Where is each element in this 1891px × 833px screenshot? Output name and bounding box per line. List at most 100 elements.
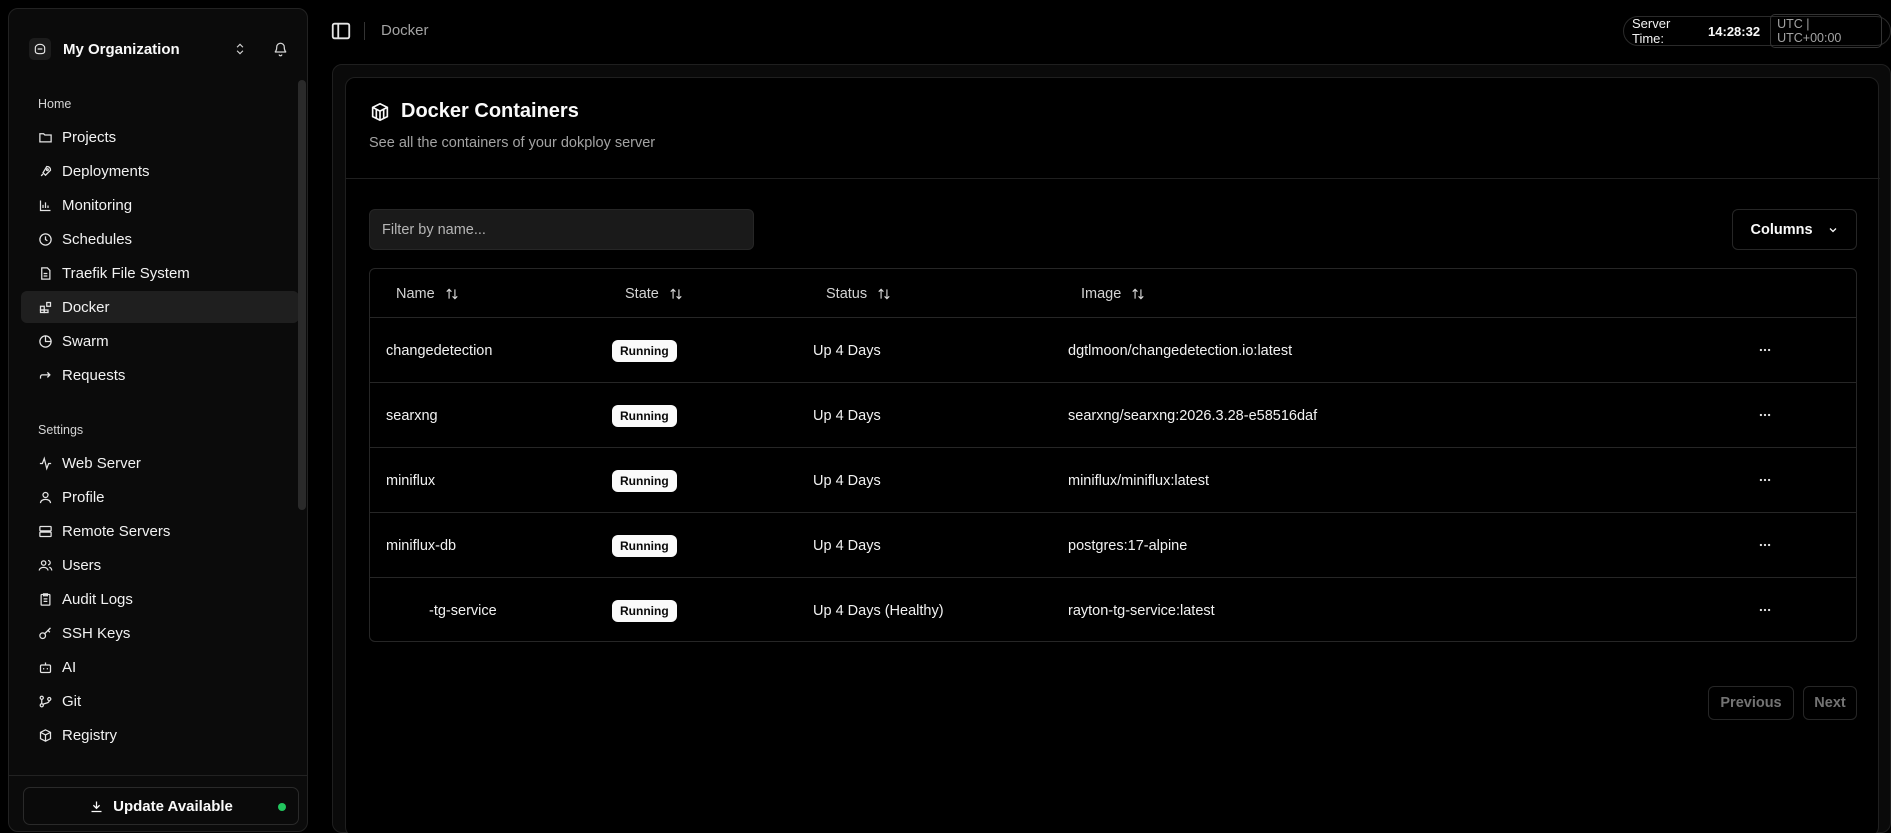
table-header: Name State Status Image [370,269,1856,318]
columns-label: Columns [1750,221,1813,238]
sidebar-item-label: Web Server [62,454,141,472]
sidebar-toggle-icon[interactable] [330,20,352,42]
cell-state: Running [612,318,677,383]
sidebar-item-label: Swarm [62,332,109,350]
cell-status: Up 4 Days [813,407,881,424]
sidebar-item-label: Users [62,556,102,574]
status-badge: Running [612,404,677,427]
sidebar-item-remote-servers[interactable]: Remote Servers [21,515,299,547]
sidebar-item-projects[interactable]: Projects [21,121,299,153]
cell-state: Running [612,448,677,513]
sort-icon [878,288,890,299]
org-switcher[interactable]: My Organization [29,27,291,71]
table-row[interactable]: miniflux-db Running Up 4 Days postgres:1… [370,513,1856,578]
cell-state: Running [612,383,677,448]
row-actions-icon[interactable] [1755,600,1775,620]
sidebar-item-git[interactable]: Git [21,685,299,717]
sort-icon [446,288,458,299]
blocks-icon [39,301,52,313]
cell-name: miniflux-db [386,537,457,554]
nav-section-home: Home [38,97,72,111]
sidebar-item-requests[interactable]: Requests [21,359,299,391]
package-icon [39,728,52,742]
sidebar-item-label: Profile [62,488,105,506]
chevrons-up-down-icon[interactable] [229,38,251,60]
sidebar-item-web-server[interactable]: Web Server [21,447,299,479]
sidebar-item-docker[interactable]: Docker [21,291,299,323]
key-icon [39,626,51,639]
header-state-label: State [625,285,659,302]
row-actions-icon[interactable] [1755,470,1775,490]
sidebar-item-users[interactable]: Users [21,549,299,581]
sidebar-item-registry[interactable]: Registry [21,719,299,751]
nav-section-settings: Settings [38,423,84,437]
columns-button[interactable]: Columns [1732,209,1857,250]
table-row[interactable]: searxng Running Up 4 Days searxng/searxn… [370,383,1856,448]
filter-input[interactable] [369,209,754,250]
sidebar-item-schedules[interactable]: Schedules [21,223,299,255]
cell-name: searxng [386,407,438,424]
sidebar-item-ai[interactable]: AI [21,651,299,683]
cell-image: searxng/searxng:2026.3.28-e58516daf [1068,407,1318,424]
sidebar-item-label: Registry [62,726,118,744]
update-available-button[interactable]: Update Available [23,787,299,825]
cell-image: rayton-tg-service:latest [1068,602,1215,619]
bell-icon[interactable] [269,38,291,60]
sidebar-item-profile[interactable]: Profile [21,481,299,513]
sort-icon [670,288,682,299]
sidebar-scrollbar[interactable] [298,80,306,510]
sidebar-item-swarm[interactable]: Swarm [21,325,299,357]
chevron-down-icon [1829,227,1836,232]
sidebar-item-label: Git [62,692,82,710]
row-actions-icon[interactable] [1755,535,1775,555]
sort-icon [1132,288,1144,299]
sidebar-item-label: Requests [62,366,126,384]
row-actions-icon[interactable] [1755,405,1775,425]
header-status-label: Status [826,285,868,302]
header-state[interactable]: State [625,269,683,318]
file-icon [41,266,51,280]
timezone-badge: UTC | UTC+00:00 [1770,14,1882,48]
sidebar: My Organization Home Projects Deployment… [8,8,308,832]
sidebar-item-audit-logs[interactable]: Audit Logs [21,583,299,615]
users-icon [38,559,53,571]
sidebar-item-ssh-keys[interactable]: SSH Keys [21,617,299,649]
table-row[interactable]: changedetection Running Up 4 Days dgtlmo… [370,318,1856,383]
card-divider [346,178,1880,179]
server-time-label: Server Time: [1632,16,1671,46]
bot-icon [39,662,52,673]
cell-image: postgres:17-alpine [1068,537,1188,554]
next-button[interactable]: Next [1803,686,1857,720]
sidebar-divider [9,775,307,776]
pie-icon [39,334,52,348]
sidebar-item-traefik[interactable]: Traefik File System [21,257,299,289]
header-status[interactable]: Status [826,269,891,318]
status-badge: Running [612,469,677,492]
cell-status: Up 4 Days [813,342,881,359]
sidebar-item-label: Remote Servers [62,522,171,540]
clipboard-icon [40,592,51,606]
status-badge: Running [612,339,677,362]
header-image[interactable]: Image [1081,269,1145,318]
sidebar-item-label: Schedules [62,230,133,248]
server-icon [39,525,52,537]
sidebar-item-monitoring[interactable]: Monitoring [21,189,299,221]
breadcrumb[interactable]: Docker [381,22,429,39]
cell-image: dgtlmoon/changedetection.io:latest [1068,342,1293,359]
status-badge: Running [612,599,677,622]
server-time: Server Time: 14:28:32 UTC | UTC+00:00 [1623,14,1891,48]
header-name-label: Name [396,285,435,302]
table-row[interactable]: miniflux Running Up 4 Days miniflux/mini… [370,448,1856,513]
page-subtitle: See all the containers of your dokploy s… [369,135,656,151]
row-actions-icon[interactable] [1755,340,1775,360]
docker-card: Docker Containers See all the containers… [345,77,1880,833]
header-name[interactable]: Name [396,269,459,318]
server-time-value: 14:28:32 [1708,23,1761,39]
sidebar-item-deployments[interactable]: Deployments [21,155,299,187]
sidebar-item-label: AI [62,658,77,676]
page-title-text: Docker Containers [401,100,579,122]
sidebar-item-label: Audit Logs [62,590,133,608]
table-row[interactable]: -tg-service Running Up 4 Days (Healthy) … [370,578,1856,641]
sidebar-item-label: Deployments [62,162,150,180]
previous-button[interactable]: Previous [1708,686,1794,720]
